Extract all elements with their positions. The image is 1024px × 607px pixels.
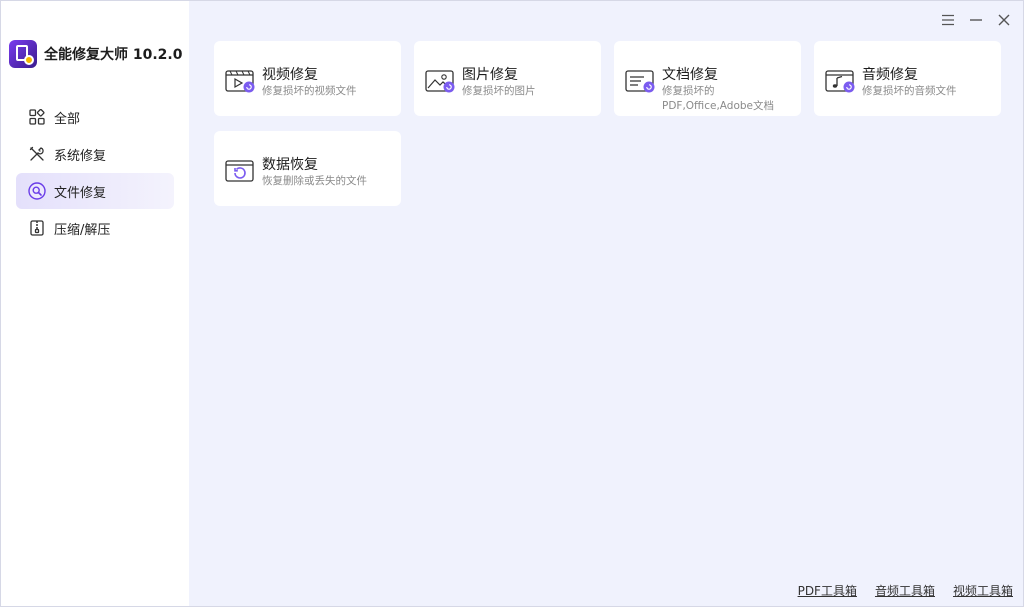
file-search-icon	[28, 182, 46, 200]
card-desc: 修复损坏的视频文件	[262, 85, 357, 97]
window-controls	[939, 11, 1013, 29]
card-title: 图片修复	[462, 67, 518, 83]
card-title: 视频修复	[262, 67, 318, 83]
tools-icon	[28, 145, 46, 163]
card-image-repair[interactable]: 图片修复 修复损坏的图片	[414, 41, 601, 116]
card-audio-repair[interactable]: 音频修复 修复损坏的音频文件	[814, 41, 1001, 116]
card-document-repair[interactable]: 文档修复 修复损坏的PDF,Office,Adobe文档	[614, 41, 801, 116]
sidebar-item-label: 压缩/解压	[54, 222, 111, 238]
sidebar-item-label: 文件修复	[54, 185, 107, 201]
brand: 全能修复大师 10.2.0	[9, 40, 182, 68]
footer-links: PDF工具箱 音频工具箱 视频工具箱	[798, 582, 1013, 599]
sidebar-item-label: 系统修复	[54, 148, 107, 164]
menu-icon[interactable]	[939, 11, 957, 29]
card-desc: 修复损坏的音频文件	[862, 85, 957, 97]
video-repair-icon	[225, 70, 255, 93]
card-data-recovery[interactable]: 数据恢复 恢复删除或丢失的文件	[214, 131, 401, 206]
minimize-icon[interactable]	[967, 11, 985, 29]
sidebar-nav: 全部 系统修复 文件修复 压缩/解压	[16, 99, 174, 247]
sidebar-item-system-repair[interactable]: 系统修复	[16, 136, 174, 172]
link-video-toolbox[interactable]: 视频工具箱	[953, 582, 1013, 599]
sidebar-item-file-repair[interactable]: 文件修复	[16, 173, 174, 209]
card-video-repair[interactable]: 视频修复 修复损坏的视频文件	[214, 41, 401, 116]
link-pdf-toolbox[interactable]: PDF工具箱	[798, 582, 857, 599]
sidebar-item-compress[interactable]: 压缩/解压	[16, 210, 174, 246]
sidebar: 全能修复大师 10.2.0 全部 系统修复 文件修复 压缩/解压	[1, 1, 189, 606]
card-title: 文档修复	[662, 67, 718, 83]
card-title: 数据恢复	[262, 157, 318, 173]
app-title: 全能修复大师 10.2.0	[44, 47, 183, 63]
sidebar-item-label: 全部	[54, 111, 81, 127]
link-audio-toolbox[interactable]: 音频工具箱	[875, 582, 935, 599]
card-desc: 修复损坏的PDF,Office,Adobe文档	[662, 85, 774, 112]
image-repair-icon	[425, 70, 455, 93]
sidebar-item-all[interactable]: 全部	[16, 99, 174, 135]
app-window: 全能修复大师 10.2.0 全部 系统修复 文件修复 压缩/解压 视频修复 修复…	[0, 0, 1024, 607]
grid-icon	[28, 108, 46, 126]
zip-icon	[28, 219, 46, 237]
close-icon[interactable]	[995, 11, 1013, 29]
document-repair-icon	[625, 70, 655, 93]
data-recovery-icon	[225, 160, 254, 182]
card-desc: 修复损坏的图片	[462, 85, 536, 97]
card-desc: 恢复删除或丢失的文件	[262, 175, 367, 187]
audio-repair-icon	[825, 70, 855, 93]
app-logo-icon	[9, 40, 37, 68]
card-title: 音频修复	[862, 67, 918, 83]
